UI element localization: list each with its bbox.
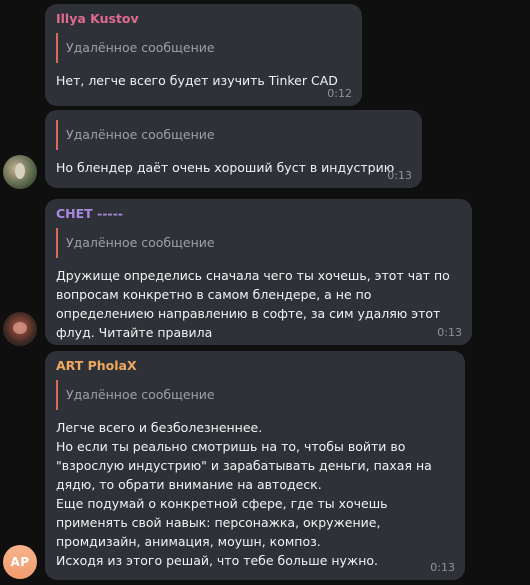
sender-name[interactable]: ART PholaX	[56, 358, 453, 374]
message-time: 0:13	[387, 169, 412, 182]
sender-name[interactable]: CHET -----	[56, 206, 460, 222]
message-text: Дружище определись сначала чего ты хочеш…	[56, 268, 450, 340]
user-avatar[interactable]: AP	[3, 545, 37, 579]
message-time: 0:13	[437, 326, 462, 339]
chat-message-list[interactable]: Illya Kustov Удалённое сообщение Нет, ле…	[0, 0, 530, 585]
avatar-photo	[15, 163, 25, 179]
reply-quote[interactable]: Удалённое сообщение	[56, 228, 460, 258]
reply-text: Удалённое сообщение	[66, 127, 215, 142]
reply-text: Удалённое сообщение	[66, 40, 215, 55]
message-time: 0:13	[430, 561, 455, 574]
message-bubble[interactable]: Удалённое сообщение Но блендер даёт очен…	[45, 110, 422, 188]
avatar-photo	[13, 322, 27, 334]
user-avatar[interactable]	[3, 155, 37, 189]
message-time: 0:12	[327, 87, 352, 100]
message-text: Легче всего и безболезненнее. Но если ты…	[56, 420, 432, 568]
sender-name[interactable]: Illya Kustov	[56, 11, 350, 27]
reply-quote[interactable]: Удалённое сообщение	[56, 33, 350, 63]
reply-quote[interactable]: Удалённое сообщение	[56, 120, 410, 150]
reply-text: Удалённое сообщение	[66, 387, 215, 402]
user-avatar[interactable]	[3, 312, 37, 346]
reply-text: Удалённое сообщение	[66, 235, 215, 250]
avatar-initials: AP	[10, 555, 30, 569]
message-bubble[interactable]: Illya Kustov Удалённое сообщение Нет, ле…	[45, 4, 362, 106]
message-bubble[interactable]: ART PholaX Удалённое сообщение Легче все…	[45, 351, 465, 580]
message-text: Нет, легче всего будет изучить Tinker CA…	[56, 73, 338, 88]
message-text: Но блендер даёт очень хороший буст в инд…	[56, 160, 395, 175]
reply-quote[interactable]: Удалённое сообщение	[56, 380, 453, 410]
message-bubble[interactable]: CHET ----- Удалённое сообщение Дружище о…	[45, 199, 472, 345]
